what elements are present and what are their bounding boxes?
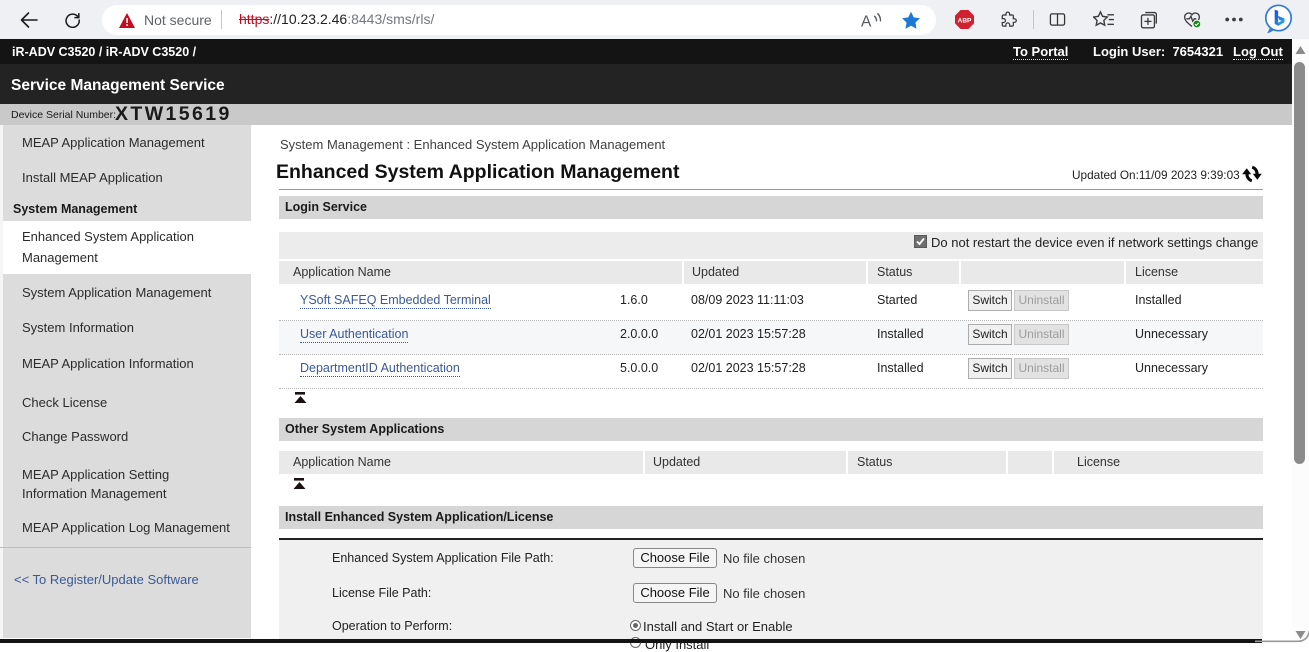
- svg-text:ABP: ABP: [958, 18, 972, 25]
- svg-text:A: A: [861, 14, 872, 31]
